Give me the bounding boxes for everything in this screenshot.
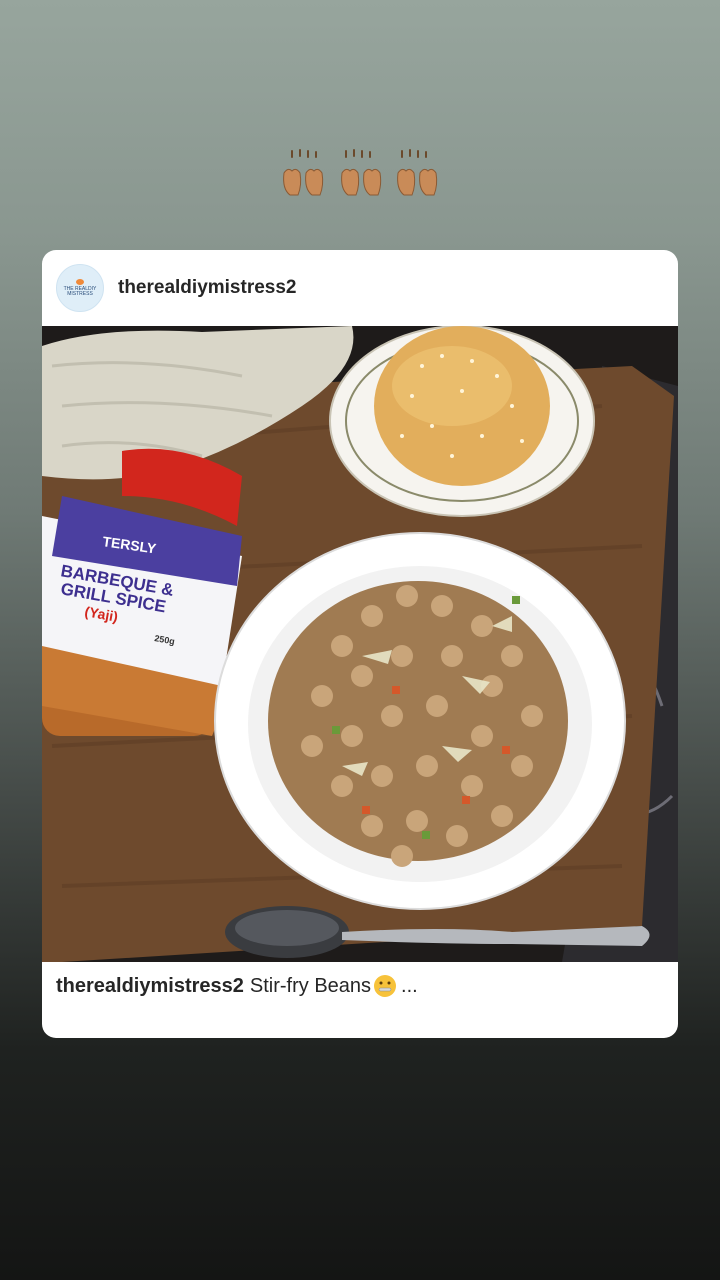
caption-username[interactable]: therealdiymistress2 (56, 975, 244, 998)
shared-post-card[interactable]: THE REALDIY MISTRESS therealdiymistress2 (42, 250, 678, 1038)
caption-ellipsis: ... (401, 974, 418, 997)
post-image[interactable]: TERSLY BARBEQUE & GRILL SPICE (Yaji) 250… (42, 326, 678, 962)
zipper-mouth-face-icon (374, 975, 397, 997)
avatar[interactable]: THE REALDIY MISTRESS (56, 264, 104, 312)
post-caption[interactable]: therealdiymistress2 Stir-fry Beans ... (56, 974, 418, 998)
clapping-hands-icon (280, 145, 440, 205)
avatar-logo-text: THE REALDIY MISTRESS (63, 285, 97, 297)
post-header[interactable]: THE REALDIY MISTRESS therealdiymistress2 (42, 250, 678, 326)
post-username[interactable]: therealdiymistress2 (118, 277, 297, 299)
caption-text: Stir-fry Beans (249, 974, 372, 997)
